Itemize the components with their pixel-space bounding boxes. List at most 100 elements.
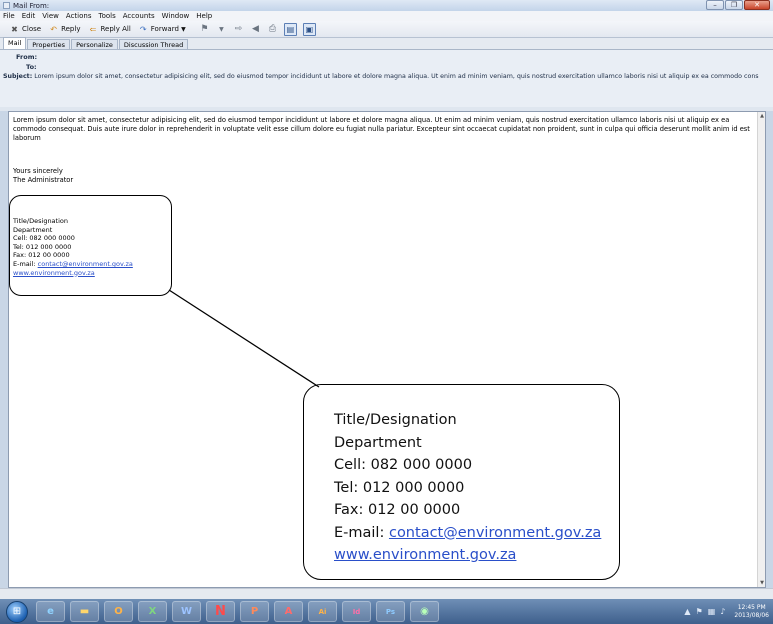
n-app-icon[interactable]: N [206,601,235,622]
menu-window[interactable]: Window [162,12,190,20]
vertical-scrollbar[interactable]: ▲ ▼ [757,112,765,587]
sig-large-website-link[interactable]: www.environment.gov.za [334,547,516,563]
subject-label: Subject: [3,73,33,80]
sig-email-label: E-mail: [13,259,38,268]
view-full-icon[interactable]: ▣ [302,22,316,36]
status-strip [0,588,773,599]
outlook-icon[interactable]: O [104,601,133,622]
indesign-icon[interactable]: Id [342,601,371,622]
clock[interactable]: 12:45 PM 2013/08/06 [734,604,769,620]
from-label: From: [16,53,38,61]
print-icon[interactable]: ⎙ [267,24,278,35]
toolbar: ✖ Close ↶ Reply ⇐ Reply All ↷ Forward ▼ … [0,21,773,38]
menu-help[interactable]: Help [196,12,212,20]
closing-line-1: Yours sincerely [13,167,63,175]
ie-icon[interactable]: e [36,601,65,622]
reply-label: Reply [61,25,81,33]
tab-personalize[interactable]: Personalize [71,39,118,49]
window-controls: – ❐ ✕ [706,0,770,10]
tab-properties[interactable]: Properties [27,39,71,49]
explorer-icon[interactable]: ▬ [70,601,99,622]
clock-time: 12:45 PM [737,603,766,611]
word-icon[interactable]: W [172,601,201,622]
taskbar: ⊞ e ▬ O X W N P A Ai Id Ps ◉ ▲ ⚑ ▦ ♪ 12:… [0,599,773,624]
subject-line: Subject: Lorem ipsum dolor sit amet, con… [3,73,773,80]
illustrator-icon[interactable]: Ai [308,601,337,622]
reply-all-icon: ⇐ [89,24,97,34]
menu-accounts[interactable]: Accounts [123,12,155,20]
maximize-button[interactable]: ❐ [725,0,743,10]
system-tray: ▲ ⚑ ▦ ♪ 12:45 PM 2013/08/06 [684,599,769,624]
forward-icon: ↷ [139,24,147,34]
clock-date: 2013/08/06 [734,611,769,619]
chevron-down-icon[interactable]: ▼ [216,24,227,35]
mail-app-icon [3,2,10,9]
body-paragraph: Lorem ipsum dolor sit amet, consectetur … [13,116,750,142]
to-label: To: [26,63,37,71]
window-title: Mail From: [13,1,50,10]
sig-fax: Fax: 012 00 0000 [13,251,70,260]
minimize-button[interactable]: – [706,0,724,10]
menu-view[interactable]: View [42,12,59,20]
previous-icon[interactable]: ◀ [250,24,261,35]
scroll-up-icon[interactable]: ▲ [758,113,766,119]
reply-icon: ↶ [50,24,57,34]
start-button[interactable]: ⊞ [6,600,28,623]
closing-block: Yours sincerely The Administrator [13,167,73,185]
chrome-icon[interactable]: ◉ [410,601,439,622]
tab-mail[interactable]: Mail [3,37,27,49]
acrobat-icon[interactable]: A [274,601,303,622]
powerpoint-icon[interactable]: P [240,601,269,622]
close-label: Close [22,25,42,33]
forward-button[interactable]: ↷ Forward ▼ [139,25,191,34]
sig-large-cell: Cell: 082 000 0000 [334,457,473,473]
sig-department: Department [13,225,53,234]
menu-bar: File Edit View Actions Tools Accounts Wi… [0,11,773,21]
signature-small: Title/Designation Department Cell: 082 0… [13,217,133,277]
forward-label: Forward [150,25,179,33]
tab-strip: Mail Properties Personalize Discussion T… [0,37,773,50]
menu-actions[interactable]: Actions [66,12,92,20]
photoshop-icon[interactable]: Ps [376,601,405,622]
close-x-icon: ✖ [11,24,18,34]
network-icon[interactable]: ▦ [708,607,716,616]
tray-arrow-icon[interactable]: ▲ [684,607,690,616]
volume-icon[interactable]: ♪ [720,607,725,616]
menu-edit[interactable]: Edit [22,12,36,20]
sig-tel: Tel: 012 000 0000 [13,242,72,251]
sig-large-department: Department [334,434,422,451]
sig-cell: Cell: 082 000 0000 [13,234,75,243]
sig-large-email-label: E-mail: [334,524,389,541]
move-icon[interactable]: ⇨ [233,24,244,35]
scroll-down-icon[interactable]: ▼ [758,580,766,586]
sig-email-row: E-mail: contact@environment.gov.za [13,260,133,269]
menu-file[interactable]: File [3,12,15,20]
message-body[interactable]: Lorem ipsum dolor sit amet, consectetur … [8,111,766,588]
view-preview-icon[interactable]: ▤ [283,22,297,36]
follow-up-icon[interactable]: ⚑ [199,24,210,35]
sig-email-link[interactable]: contact@environment.gov.za [38,260,133,268]
reply-all-button[interactable]: ⇐ Reply All [88,24,131,34]
sig-website-link[interactable]: www.environment.gov.za [13,269,95,277]
flag-icon[interactable]: ⚑ [696,607,703,616]
tab-discussion-thread[interactable]: Discussion Thread [118,39,189,49]
chevron-down-icon: ▼ [181,25,186,33]
signature-enlarged: Title/Designation Department Cell: 082 0… [303,384,620,580]
closing-line-2: The Administrator [13,176,74,184]
sig-large-fax: Fax: 012 00 0000 [334,502,461,518]
sig-large-email-row: E-mail: contact@environment.gov.za [334,522,619,545]
sig-large-email-link[interactable]: contact@environment.gov.za [389,525,601,541]
sig-large-designation: Title/Designation [334,412,457,428]
excel-icon[interactable]: X [138,601,167,622]
sig-designation: Title/Designation [13,217,68,225]
message-header: From: To: Subject: Lorem ipsum dolor sit… [0,50,773,81]
close-window-button[interactable]: ✕ [744,0,770,10]
title-bar: Mail From: – ❐ ✕ [0,0,773,11]
header-spacer [0,81,773,107]
close-button[interactable]: ✖ Close [10,25,41,34]
sig-large-tel: Tel: 012 000 0000 [334,479,465,496]
reply-button[interactable]: ↶ Reply [49,25,80,34]
reply-all-label: Reply All [100,25,131,33]
menu-tools[interactable]: Tools [98,12,115,20]
subject-text: Lorem ipsum dolor sit amet, consectetur … [34,73,759,80]
